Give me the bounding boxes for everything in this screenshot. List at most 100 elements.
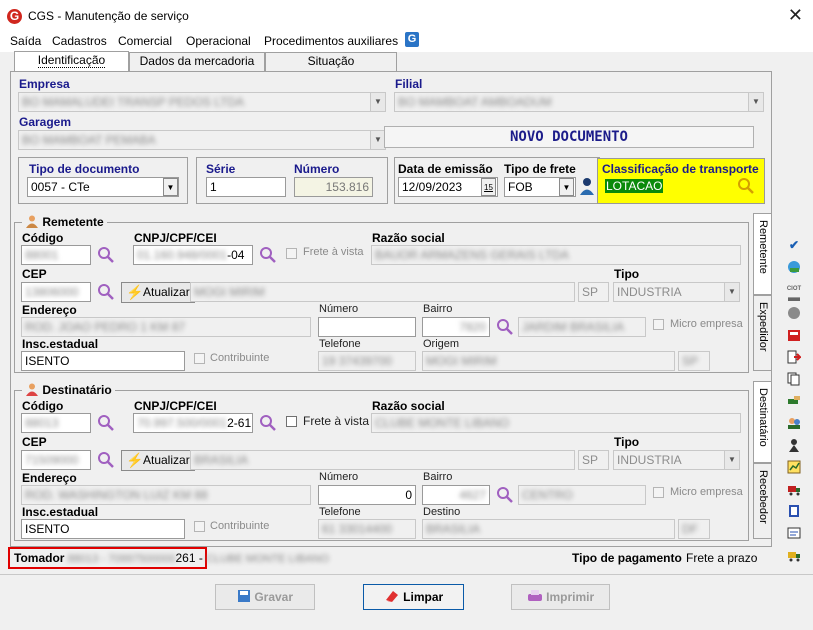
razao-social-label: Razão social [372,399,445,413]
remetente-uf-field: SP [578,282,609,302]
tab-recebedor[interactable]: Recebedor [753,463,772,539]
menu-operacional[interactable]: Operacional [186,34,251,48]
serie-input[interactable]: 1 [206,177,286,197]
search-icon[interactable] [496,318,514,336]
insc-estadual-label: Insc.estadual [22,337,99,351]
micro-empresa-checkbox[interactable] [653,319,664,330]
box-icon[interactable] [786,328,802,342]
destinatario-tipo-select[interactable]: INDUSTRIA [613,450,740,470]
destinatario-cidade-field: BRASILIA [190,450,575,470]
destinatario-cep-input[interactable]: 71509000 [21,450,91,470]
person-icon[interactable] [786,438,802,452]
search-icon[interactable] [97,451,115,469]
tipo-documento-label: Tipo de documento [29,162,140,176]
frete-vista-label: Frete à vista [303,414,370,428]
tipo-documento-select[interactable]: 0057 - CTe [27,177,179,197]
search-icon[interactable] [97,414,115,432]
garagem-select[interactable]: BO MAMBOAT PEMABA [18,130,386,150]
remetente-cnpj-input[interactable]: 01.160.948/0001-04 [133,245,253,265]
remetente-codigo-input[interactable]: 88001 [21,245,91,265]
filial-select[interactable]: BO MAMBOAT AMBOADUM [394,92,764,112]
doc-arrow-icon[interactable] [786,350,803,364]
destinatario-numero-input[interactable]: 0 [318,485,416,505]
remetente-tipo-select[interactable]: INDUSTRIA [613,282,740,302]
menu-procedimentos[interactable]: Procedimentos auxiliares [264,34,398,48]
lightning-icon: ⚡ [126,284,144,300]
truck2-icon[interactable] [786,548,802,562]
menu-saida[interactable]: Saída [10,34,41,48]
frete-vista-label: Frete à vista [303,246,364,258]
frete-vista-checkbox[interactable] [286,416,297,427]
chart-icon[interactable] [786,460,802,474]
contribuinte-checkbox[interactable] [194,353,205,364]
contribuinte-label: Contribuinte [210,352,270,364]
remetente-cep-input[interactable]: 13806000 [21,282,91,302]
tipo-frete-label: Tipo de frete [504,162,576,176]
frete-vista-checkbox[interactable] [286,248,297,259]
copy-icon[interactable] [786,372,802,386]
empresa-select[interactable]: BO MAMALUDEI TRANSP PEDOS LTDA [18,92,386,112]
origem-label: Origem [423,338,460,350]
chevron-down-icon[interactable]: ▼ [163,178,178,196]
destinatario-ie-input[interactable]: ISENTO [21,519,185,539]
remetente-ie-input[interactable]: ISENTO [21,351,185,371]
tipo-pagamento-label: Tipo de pagamento [572,551,682,565]
chevron-down-icon[interactable]: ▼ [370,131,385,149]
limpar-button[interactable]: Limpar [363,584,464,610]
search-icon[interactable] [97,246,115,264]
chevron-down-icon[interactable]: ▼ [724,283,739,301]
tipo-pagamento-value: Frete a prazo [686,551,758,565]
gravar-button[interactable]: Gravar [215,584,315,610]
search-icon[interactable] [496,486,514,504]
micro-empresa-checkbox[interactable] [653,487,664,498]
contribuinte-checkbox[interactable] [194,521,205,532]
menu-cadastros[interactable]: Cadastros [52,34,107,48]
destinatario-telefone-field: 61 33014400 [318,519,416,539]
remetente-numero-input[interactable] [318,317,416,337]
search-icon[interactable] [737,177,755,195]
phone-icon[interactable] [786,526,802,540]
title-bar: G CGS - Manutenção de serviço ✕ [0,0,813,32]
tab-destinatario[interactable]: Destinatário [753,381,772,463]
person-icon [26,215,38,228]
book-icon[interactable] [786,504,802,518]
g-logo-icon[interactable]: G [405,32,419,47]
tab-identificacao[interactable]: Identificação [14,51,129,71]
eraser-icon [385,591,398,602]
micro-empresa-label: Micro empresa [670,486,743,498]
atualizar-button[interactable]: ⚡ Atualizar [121,450,195,471]
cnpj-label: CNPJ/CPF/CEI [134,231,217,245]
cep-label: CEP [22,435,47,449]
people-icon[interactable] [786,416,802,430]
chevron-down-icon[interactable]: ▼ [370,93,385,111]
chevron-down-icon[interactable]: ▼ [559,178,574,196]
chevron-down-icon[interactable]: ▼ [748,93,763,111]
close-button[interactable]: ✕ [788,6,803,24]
remetente-bairro-code[interactable]: 7820 [422,317,490,337]
filial-label: Filial [395,77,423,91]
menu-comercial[interactable]: Comercial [118,34,172,48]
destinatario-codigo-input[interactable]: 88013 [21,413,91,433]
search-icon[interactable] [259,414,277,432]
destinatario-title: Destinatário [22,382,115,398]
tab-remetente[interactable]: Remetente [753,213,772,295]
person-search-icon[interactable] [578,176,596,196]
destinatario-cnpj-input[interactable]: 70.997.500/00012-61 [133,413,253,433]
atualizar-button[interactable]: ⚡ Atualizar [121,282,195,303]
imprimir-button[interactable]: Imprimir [511,584,610,610]
circle-icon[interactable] [786,306,802,320]
destinatario-bairro-code[interactable]: 4627 [422,485,490,505]
tab-situacao[interactable]: Situação [265,52,397,71]
search-icon[interactable] [259,246,277,264]
search-icon[interactable] [97,283,115,301]
classificacao-input[interactable]: LOTACAO [602,177,732,197]
circle-icon[interactable]: ▬ [786,290,802,304]
hand-icon[interactable] [786,394,802,408]
truck-icon[interactable] [786,482,802,496]
check-icon[interactable]: ✔ [786,238,802,252]
chevron-down-icon[interactable]: ▼ [724,451,739,469]
tab-expedidor[interactable]: Expedidor [753,295,772,371]
tab-dados-mercadoria[interactable]: Dados da mercadoria [129,52,265,71]
calendar-icon[interactable]: 15 [481,178,496,196]
globe-icon[interactable] [786,260,802,274]
